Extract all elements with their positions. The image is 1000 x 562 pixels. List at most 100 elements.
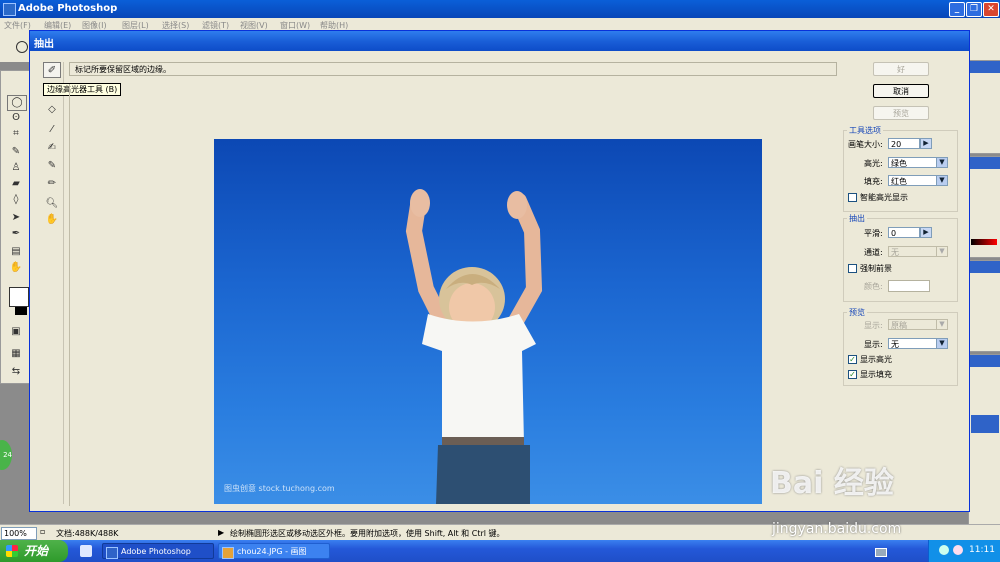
show-label-1: 显示: (864, 321, 883, 330)
start-button[interactable]: 开始 (0, 540, 68, 562)
palette-layers (968, 354, 1000, 526)
screen-mode-icon[interactable]: ▦ (7, 347, 25, 361)
eraser-tool-icon[interactable]: ⁄ (43, 122, 61, 138)
pen-tool-icon[interactable]: ✒ (7, 227, 25, 241)
preview-title: 预览 (847, 307, 867, 318)
cleanup-tool-icon[interactable]: ✎ (43, 158, 61, 174)
brush-tool-icon[interactable]: ✎ (7, 145, 25, 159)
edge-highlighter-tool-icon[interactable]: ✐ (43, 62, 61, 78)
jump-to-imageready-icon[interactable]: ⇆ (7, 365, 25, 379)
task-paint-label: chou24.JPG - 画图 (237, 547, 307, 556)
dialog-title: 抽出 (34, 39, 54, 50)
smooth-arrow-icon[interactable]: ▶ (920, 227, 932, 238)
dialog-title-bar: 抽出 (30, 31, 969, 51)
path-select-tool-icon[interactable]: ➤ (7, 211, 25, 225)
eyedropper-tool-icon[interactable]: ✍ (43, 140, 61, 156)
hand-tool-icon[interactable]: ✋ (7, 261, 25, 275)
eraser-tool-icon[interactable]: ▰ (7, 177, 25, 191)
minimize-icon[interactable]: _ (949, 2, 965, 17)
show-select-2[interactable]: 无 (888, 338, 938, 349)
color-label: 颜色: (864, 282, 883, 291)
extraction-title: 抽出 (847, 213, 867, 224)
hand-tool-icon[interactable]: ✋ (43, 212, 61, 228)
start-label: 开始 (24, 544, 49, 558)
zoom-input[interactable]: 100% (1, 527, 37, 540)
chevron-down-icon[interactable]: ▼ (936, 338, 948, 349)
keyboard-icon[interactable] (875, 548, 887, 557)
layer-row-selected[interactable] (971, 415, 999, 433)
highlight-label: 高光: (864, 159, 883, 168)
preview-area[interactable]: 图虫创意 stock.tuchong.com (69, 84, 838, 506)
chevron-down-icon[interactable]: ▼ (936, 175, 948, 186)
tool-options-title: 工具选项 (847, 125, 883, 136)
zoom-tool-icon[interactable]: 🔍︎ (43, 196, 61, 212)
show-highlight-label: 显示高光 (860, 355, 892, 364)
ellipse-marquee-icon[interactable] (16, 41, 28, 53)
menu-file[interactable]: 文件(F) (4, 20, 31, 31)
foreground-color-swatch[interactable] (9, 287, 29, 307)
smart-highlight-label: 智能高光显示 (860, 193, 908, 202)
show-fill-label: 显示填充 (860, 370, 892, 379)
preview-button[interactable]: 预览 (873, 106, 929, 120)
show-highlight-checkbox[interactable]: ✓ (848, 355, 857, 364)
fill-select[interactable]: 红色 (888, 175, 938, 186)
channel-select[interactable]: 无 (888, 246, 938, 257)
cancel-button[interactable]: 取消 (873, 84, 929, 98)
dialog-body: ✐ ◇ ⁄ ✍ ✎ ✏ 🔍︎ ✋ 标记所要保留区域的边缘。 边缘高光器工具 (B… (33, 52, 966, 509)
color-ramp[interactable] (971, 239, 997, 245)
app-title: Adobe Photoshop (18, 3, 118, 14)
boy-jumping-illustration (405, 189, 543, 504)
edge-touchup-tool-icon[interactable]: ✏ (43, 176, 61, 192)
fill-label: 填充: (864, 177, 883, 186)
show-select-1[interactable]: 原稿 (888, 319, 938, 330)
hint-bar: 标记所要保留区域的边缘。 (69, 62, 837, 76)
brush-size-input[interactable]: 20 (888, 138, 920, 149)
notes-tool-icon[interactable]: ▤ (7, 245, 25, 259)
fill-tool-icon[interactable]: ◇ (43, 102, 61, 118)
background-color-swatch[interactable] (15, 307, 27, 315)
app-title-bar: Adobe Photoshop _ ❐ ✕ (0, 0, 1000, 18)
paint-task-icon (222, 547, 234, 559)
show-fill-checkbox[interactable]: ✓ (848, 370, 857, 379)
stamp-tool-icon[interactable]: ♙ (7, 161, 25, 175)
blur-tool-icon[interactable]: ◊ (7, 193, 25, 207)
force-foreground-checkbox[interactable] (848, 264, 857, 273)
smooth-input[interactable]: 0 (888, 227, 920, 238)
show-label-2: 显示: (864, 340, 883, 349)
taskbar: 开始 Adobe Photoshop chou24.JPG - 画图 11:11 (0, 540, 1000, 562)
photoshop-app-icon (3, 3, 16, 16)
lasso-tool-icon[interactable]: ʘ (7, 111, 25, 125)
close-icon[interactable]: ✕ (983, 2, 999, 17)
preview-photo[interactable]: 图虫创意 stock.tuchong.com (214, 139, 762, 504)
chevron-down-icon[interactable]: ▼ (936, 157, 948, 168)
baidu-watermark-logo: Bai 经验 (770, 466, 894, 501)
quick-mask-icon[interactable]: ▣ (7, 325, 25, 339)
brush-size-label: 画笔大小: (848, 140, 883, 149)
extract-dialog: 抽出 ✐ ◇ ⁄ ✍ ✎ ✏ 🔍︎ ✋ 标记所要保留区域的边缘。 边缘高光器工具… (29, 30, 970, 512)
network-icon[interactable] (939, 545, 949, 555)
channel-label: 通道: (864, 248, 883, 257)
photoshop-task-icon (106, 547, 118, 559)
brush-size-arrow-icon[interactable]: ▶ (920, 138, 932, 149)
status-arrow-icon[interactable]: ▶ (218, 528, 224, 537)
ok-button[interactable]: 好 (873, 62, 929, 76)
task-photoshop-label: Adobe Photoshop (121, 547, 191, 556)
highlight-select[interactable]: 绿色 (888, 157, 938, 168)
chevron-down-icon[interactable]: ▼ (936, 246, 948, 257)
smooth-label: 平滑: (864, 229, 883, 238)
photo-watermark: 图虫创意 stock.tuchong.com (224, 484, 335, 493)
restore-icon[interactable]: ❐ (966, 2, 982, 17)
palette-navigator (968, 60, 1000, 154)
task-paint[interactable]: chou24.JPG - 画图 (218, 543, 330, 559)
volume-icon[interactable] (953, 545, 963, 555)
windows-flag-icon (6, 545, 18, 557)
show-desktop-icon[interactable] (80, 545, 92, 557)
task-photoshop[interactable]: Adobe Photoshop (102, 543, 214, 559)
color-swatch[interactable] (888, 280, 930, 292)
smart-highlight-checkbox[interactable] (848, 193, 857, 202)
doc-icon: ▫ (40, 527, 46, 536)
marquee-tool-icon[interactable]: ◯ (7, 95, 27, 111)
palette-color (968, 156, 1000, 258)
chevron-down-icon[interactable]: ▼ (936, 319, 948, 330)
crop-tool-icon[interactable]: ⌗ (7, 127, 25, 141)
